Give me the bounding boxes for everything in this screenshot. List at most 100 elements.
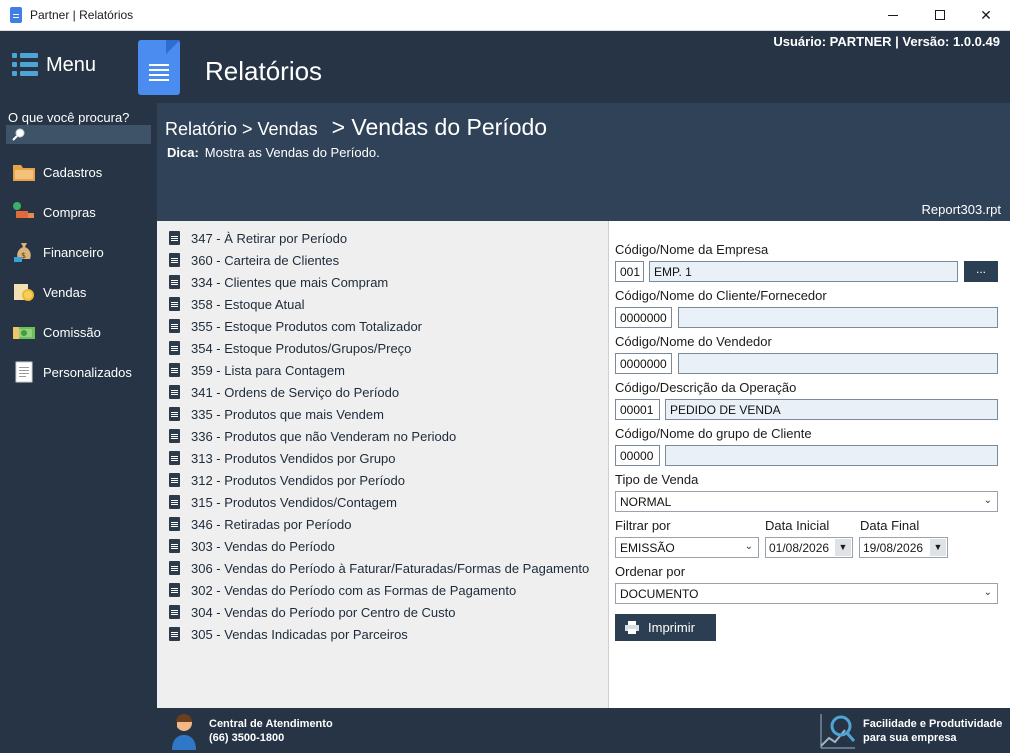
ordenar-select[interactable]: DOCUMENTO ⌄ <box>615 583 998 604</box>
vendedor-code-field[interactable]: 0000000 <box>615 353 672 374</box>
maximize-button[interactable] <box>917 0 963 30</box>
sidebar: O que você procura? Cadastros Compras $ … <box>0 103 157 753</box>
sidebar-item-label: Compras <box>43 204 96 220</box>
vendedor-name-field[interactable] <box>678 353 998 374</box>
ordenar-value: DOCUMENTO <box>620 587 699 601</box>
report-list-item[interactable]: 355 - Estoque Produtos com Totalizador <box>169 315 422 337</box>
filtrar-label: Filtrar por <box>615 518 671 533</box>
report-list-item[interactable]: 341 - Ordens de Serviço do Período <box>169 381 399 403</box>
report-list-item[interactable]: 359 - Lista para Contagem <box>169 359 345 381</box>
report-list-item[interactable]: 346 - Retiradas por Período <box>169 513 351 535</box>
report-list-item[interactable]: 303 - Vendas do Período <box>169 535 335 557</box>
data-inicial-label: Data Inicial <box>765 518 830 533</box>
operacao-name-field[interactable]: PEDIDO DE VENDA <box>665 399 998 420</box>
report-title: 315 - Produtos Vendidos/Contagem <box>191 494 397 510</box>
report-list-item[interactable]: 315 - Produtos Vendidos/Contagem <box>169 491 397 513</box>
tagline-line-2: para sua empresa <box>863 732 957 744</box>
calendar-dropdown-icon[interactable]: ▼ <box>930 539 946 556</box>
support-agent-icon <box>172 714 196 750</box>
report-list-item[interactable]: 313 - Produtos Vendidos por Grupo <box>169 447 396 469</box>
operacao-code-field[interactable]: 00001 <box>615 399 660 420</box>
report-hint: Dica: Mostra as Vendas do Período. <box>167 145 380 160</box>
sidebar-item-financeiro[interactable]: $ Financeiro <box>0 234 157 270</box>
grupo-name-field[interactable] <box>665 445 998 466</box>
cliente-name-field[interactable] <box>678 307 998 328</box>
report-document-icon <box>169 517 180 531</box>
tipo-venda-value: NORMAL <box>620 495 672 509</box>
report-list-item[interactable]: 304 - Vendas do Período por Centro de Cu… <box>169 601 456 623</box>
search-input[interactable] <box>6 125 151 144</box>
support-contact: Central de Atendimento (66) 3500-1800 <box>209 717 333 745</box>
report-document-icon <box>169 363 180 377</box>
filtrar-select[interactable]: EMISSÃO ⌄ <box>615 537 759 558</box>
report-list-item[interactable]: 354 - Estoque Produtos/Grupos/Preço <box>169 337 411 359</box>
empresa-label: Código/Nome da Empresa <box>615 242 769 257</box>
print-button[interactable]: Imprimir <box>615 614 716 641</box>
empresa-name-field[interactable]: EMP. 1 <box>649 261 958 282</box>
report-title: 302 - Vendas do Período com as Formas de… <box>191 582 517 598</box>
report-document-icon <box>169 231 180 245</box>
report-list-item[interactable]: 305 - Vendas Indicadas por Parceiros <box>169 623 408 645</box>
report-title: 354 - Estoque Produtos/Grupos/Preço <box>191 340 412 356</box>
chevron-down-icon: ⌄ <box>744 541 753 552</box>
close-button[interactable]: ✕ <box>963 0 1009 30</box>
report-title: 355 - Estoque Produtos com Totalizador <box>191 318 423 334</box>
money-bag-icon: $ <box>14 243 31 262</box>
app-header: Menu Relatórios Usuário: PARTNER | Versã… <box>0 31 1010 103</box>
sidebar-item-comissao[interactable]: Comissão <box>0 314 157 350</box>
cliente-code-field[interactable]: 0000000 <box>615 307 672 328</box>
report-list-item[interactable]: 334 - Clientes que mais Compram <box>169 271 388 293</box>
tipo-venda-select[interactable]: NORMAL ⌄ <box>615 491 998 512</box>
report-title: 335 - Produtos que mais Vendem <box>191 406 384 422</box>
document-icon <box>15 361 33 383</box>
breadcrumb: Relatório > Vendas > Vendas do Período <box>165 114 547 141</box>
report-document-icon <box>169 473 180 487</box>
data-inicial-picker[interactable]: 01/08/2026 ▼ <box>765 537 853 558</box>
report-list-item[interactable]: 347 - À Retirar por Período <box>169 227 347 249</box>
sidebar-item-label: Comissão <box>43 324 101 340</box>
reports-document-icon <box>138 40 180 95</box>
analytics-magnifier-icon <box>820 714 856 749</box>
folder-icon <box>13 165 35 181</box>
report-title: 359 - Lista para Contagem <box>191 362 345 378</box>
search-icon <box>12 128 25 141</box>
empresa-code-field[interactable]: 001 <box>615 261 644 282</box>
report-list: 347 - À Retirar por Período 360 - Carteir… <box>157 221 609 708</box>
data-final-picker[interactable]: 19/08/2026 ▼ <box>859 537 948 558</box>
report-list-item[interactable]: 306 - Vendas do Período à Faturar/Fatura… <box>169 557 589 579</box>
report-list-item[interactable]: 358 - Estoque Atual <box>169 293 304 315</box>
support-title: Central de Atendimento <box>209 718 333 730</box>
page-title: Relatórios <box>205 56 323 86</box>
sidebar-item-label: Cadastros <box>43 164 103 180</box>
report-document-icon <box>169 561 180 575</box>
printer-icon <box>625 621 639 634</box>
sidebar-item-label: Personalizados <box>43 364 132 380</box>
report-title: 303 - Vendas do Período <box>191 538 335 554</box>
sidebar-item-label: Vendas <box>43 284 87 300</box>
menu-label: Menu <box>46 53 97 76</box>
report-list-item[interactable]: 360 - Carteira de Clientes <box>169 249 339 271</box>
report-list-item[interactable]: 335 - Produtos que mais Vendem <box>169 403 384 425</box>
minimize-icon <box>888 14 898 16</box>
window-titlebar: Partner | Relatórios ✕ <box>0 0 1010 31</box>
report-document-icon <box>169 429 180 443</box>
report-list-item[interactable]: 336 - Produtos que não Venderam no Perio… <box>169 425 456 447</box>
sidebar-item-vendas[interactable]: Vendas <box>0 274 157 310</box>
report-title: 358 - Estoque Atual <box>191 296 305 312</box>
calendar-dropdown-icon[interactable]: ▼ <box>835 539 851 556</box>
minimize-button[interactable] <box>870 0 916 30</box>
data-final-label: Data Final <box>860 518 920 533</box>
sidebar-item-cadastros[interactable]: Cadastros <box>0 154 157 190</box>
chevron-down-icon: ⌄ <box>983 495 992 506</box>
report-list-item[interactable]: 302 - Vendas do Período com as Formas de… <box>169 579 516 601</box>
grupo-code-field[interactable]: 00000 <box>615 445 660 466</box>
app-document-icon <box>10 7 22 23</box>
menu-button[interactable]: Menu <box>12 53 96 77</box>
sidebar-item-compras[interactable]: Compras <box>0 194 157 230</box>
empresa-lookup-button[interactable]: ... <box>964 261 998 282</box>
report-list-item[interactable]: 312 - Produtos Vendidos por Período <box>169 469 405 491</box>
search-label: O que você procura? <box>8 110 130 125</box>
report-document-icon <box>169 407 180 421</box>
sidebar-item-personalizados[interactable]: Personalizados <box>0 354 157 390</box>
support-phone: (66) 3500-1800 <box>209 732 285 744</box>
